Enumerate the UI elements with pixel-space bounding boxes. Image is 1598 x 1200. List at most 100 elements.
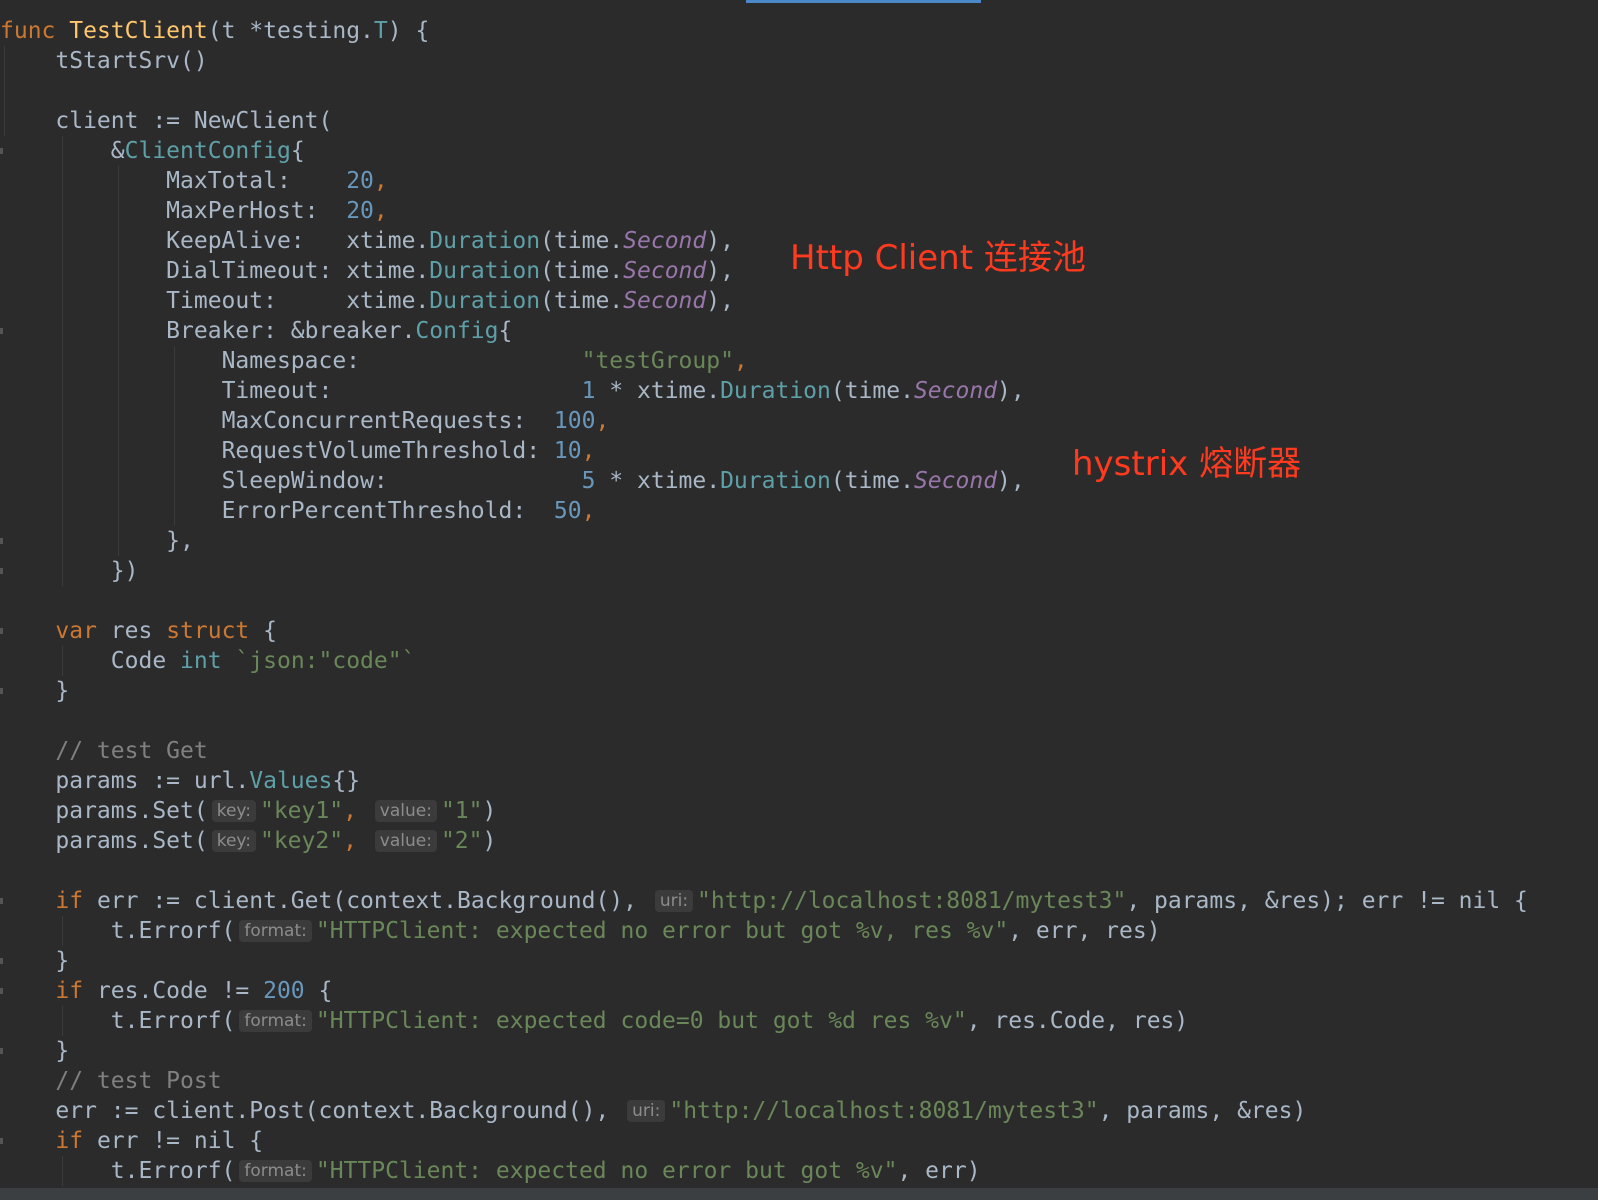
code-line[interactable]: tStartSrv() <box>0 46 1598 76</box>
param-hint: uri: <box>627 1100 666 1122</box>
code-text: , params, &res); err != nil { <box>1126 888 1528 914</box>
code-line[interactable]: params := url.Values{} <box>0 766 1598 796</box>
indent-guide <box>62 196 63 226</box>
indent-guide <box>4 106 5 136</box>
code-line[interactable]: MaxPerHost: 20, <box>0 196 1598 226</box>
code-text: params.Set( <box>55 828 208 854</box>
code-text: (time. <box>830 378 914 404</box>
indent-guide <box>174 496 175 526</box>
indent-guide <box>62 346 63 376</box>
code-line[interactable]: MaxConcurrentRequests: 100, <box>0 406 1598 436</box>
fold-marker[interactable] <box>0 1048 3 1054</box>
fold-marker[interactable] <box>0 988 3 994</box>
code-text: res <box>96 618 167 644</box>
code-line[interactable]: params.Set(key: "key1", value: "1") <box>0 796 1598 826</box>
code-line[interactable]: if err != nil { <box>0 1126 1598 1156</box>
code-text: (time. <box>540 228 624 254</box>
indent-guide <box>62 646 63 676</box>
code-line[interactable] <box>0 76 1598 106</box>
indent-guide <box>62 496 63 526</box>
code-line[interactable]: err := client.Post(context.Background(),… <box>0 1096 1598 1126</box>
code-text: { <box>304 978 333 1004</box>
indent-guide <box>118 226 119 256</box>
code-text: ), <box>706 228 734 254</box>
code-text: t.Errorf( <box>110 918 236 944</box>
field-key: Timeout: <box>166 288 347 314</box>
code-line[interactable]: &ClientConfig{ <box>0 136 1598 166</box>
string-literal: "2" <box>440 828 483 854</box>
fold-marker[interactable] <box>0 568 3 574</box>
fold-marker[interactable] <box>0 958 3 964</box>
indent-guide <box>118 346 119 376</box>
code-line[interactable]: } <box>0 1036 1598 1066</box>
indent-guide <box>62 136 63 166</box>
field-key: RequestVolumeThreshold: <box>221 438 554 464</box>
type-name: int <box>180 648 222 674</box>
code-line[interactable]: Timeout: 1 * xtime.Duration(time.Second)… <box>0 376 1598 406</box>
code-line[interactable]: Namespace: "testGroup", <box>0 346 1598 376</box>
comma: , <box>373 198 388 224</box>
code-line[interactable]: } <box>0 946 1598 976</box>
code-line[interactable]: Breaker: &breaker.Config{ <box>0 316 1598 346</box>
code-line[interactable]: client := NewClient( <box>0 106 1598 136</box>
code-line[interactable] <box>0 706 1598 736</box>
code-text: tStartSrv() <box>55 48 208 74</box>
code-line[interactable]: }, <box>0 526 1598 556</box>
function-call: Duration <box>429 258 541 284</box>
code-line[interactable]: Timeout: xtime.Duration(time.Second), <box>0 286 1598 316</box>
code-line[interactable]: // test Post <box>0 1066 1598 1096</box>
package-name: xtime. <box>346 258 430 284</box>
signature-text: ) { <box>387 18 430 44</box>
code-area[interactable]: func TestClient(t *testing.T) { tStartSr… <box>0 16 1598 1186</box>
indent-guide <box>118 526 119 556</box>
indent-guide <box>174 346 175 376</box>
code-line[interactable]: // test Get <box>0 736 1598 766</box>
code-line[interactable]: ErrorPercentThreshold: 50, <box>0 496 1598 526</box>
param-hint: uri: <box>654 890 694 912</box>
fold-marker[interactable] <box>0 1138 3 1144</box>
fold-marker[interactable] <box>0 148 3 154</box>
code-text: }, <box>166 528 194 554</box>
fold-marker[interactable] <box>0 328 3 334</box>
code-line[interactable] <box>0 856 1598 886</box>
code-text: err := client.Get(context.Background(), <box>83 888 651 914</box>
fold-marker[interactable] <box>0 628 3 634</box>
code-line[interactable]: SleepWindow: 5 * xtime.Duration(time.Sec… <box>0 466 1598 496</box>
fold-marker[interactable] <box>0 688 3 694</box>
code-line[interactable]: func TestClient(t *testing.T) { <box>0 16 1598 46</box>
code-text: ), <box>706 288 734 314</box>
code-line[interactable]: MaxTotal: 20, <box>0 166 1598 196</box>
code-text: ), <box>997 378 1025 404</box>
indent-guide <box>118 406 119 436</box>
code-line[interactable]: } <box>0 676 1598 706</box>
keyword-if: if <box>55 1128 84 1154</box>
comma: , <box>581 498 596 524</box>
indent-guide <box>62 376 63 406</box>
annotation-hystrix-breaker: hystrix 熔断器 <box>1072 444 1302 484</box>
code-line[interactable]: RequestVolumeThreshold: 10, <box>0 436 1598 466</box>
code-line[interactable]: params.Set(key: "key2", value: "2") <box>0 826 1598 856</box>
code-line[interactable]: var res struct { <box>0 616 1598 646</box>
code-line[interactable]: t.Errorf(format: "HTTPClient: expected no… <box>0 916 1598 946</box>
code-line[interactable] <box>0 586 1598 616</box>
code-line[interactable]: t.Errorf(format: "HTTPClient: expected co… <box>0 1006 1598 1036</box>
code-line[interactable]: Code int `json:"code"` <box>0 646 1598 676</box>
fold-marker[interactable] <box>0 898 3 904</box>
type-name: T <box>373 18 388 44</box>
comment: // test Get <box>55 738 208 764</box>
code-line[interactable]: t.Errorf(format: "HTTPClient: expected no… <box>0 1156 1598 1186</box>
horizontal-scrollbar[interactable] <box>0 1188 1598 1200</box>
fold-marker[interactable] <box>0 538 3 544</box>
param-hint: format: <box>239 1160 312 1182</box>
code-line[interactable]: if err := client.Get(context.Background(… <box>0 886 1598 916</box>
code-editor[interactable]: func TestClient(t *testing.T) { tStartSr… <box>0 0 1598 1200</box>
code-line[interactable]: if res.Code != 200 { <box>0 976 1598 1006</box>
keyword-struct: struct <box>166 618 250 644</box>
code-text: ) <box>482 798 497 824</box>
code-line[interactable]: }) <box>0 556 1598 586</box>
comma: , <box>733 348 748 374</box>
string-literal: "HTTPClient: expected code=0 but got %d … <box>315 1008 967 1034</box>
package-name: xtime. <box>346 288 430 314</box>
indent-guide <box>118 316 119 346</box>
field-key: KeepAlive: <box>166 228 347 254</box>
